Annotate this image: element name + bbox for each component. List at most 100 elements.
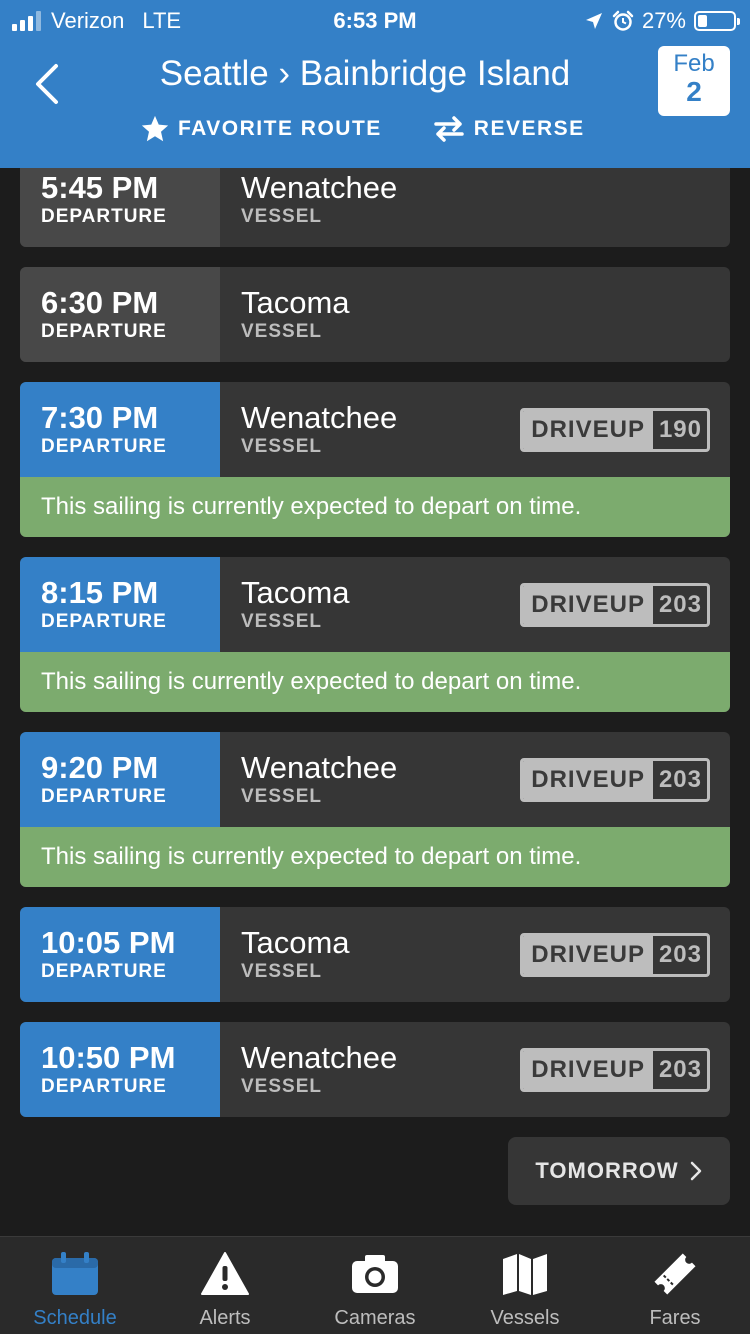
chevron-right-icon (690, 1161, 701, 1181)
sailing-card[interactable]: 9:20 PM DEPARTURE Wenatchee VESSEL DRIVE… (20, 732, 730, 887)
departure-time-block: 10:50 PM DEPARTURE (20, 1022, 220, 1117)
vessel-name: Wenatchee (241, 400, 398, 435)
sailing-status: This sailing is currently expected to de… (20, 477, 730, 537)
camera-icon (352, 1255, 398, 1293)
sailing-status: This sailing is currently expected to de… (20, 827, 730, 887)
map-icon (503, 1254, 547, 1295)
sailing-card[interactable]: 6:30 PM DEPARTURE Tacoma VESSEL (20, 267, 730, 362)
departure-time: 9:20 PM (41, 750, 159, 785)
tab-vessels[interactable]: Vessels (450, 1237, 600, 1334)
departure-label: DEPARTURE (41, 1076, 167, 1097)
vessel-block: Wenatchee VESSEL (220, 1022, 397, 1117)
departure-time-block: 7:30 PM DEPARTURE (20, 382, 220, 477)
vessel-label: VESSEL (241, 786, 322, 807)
driveup-count: 203 (658, 591, 702, 618)
driveup-count: 203 (658, 1056, 702, 1083)
driveup-count: 203 (658, 941, 702, 968)
favorite-route-label: FAVORITE ROUTE (178, 117, 382, 140)
tab-bar: Schedule Alerts Cameras Vessels Fares (0, 1236, 750, 1334)
tab-schedule[interactable]: Schedule (0, 1237, 150, 1334)
vessel-name: Wenatchee (241, 1040, 398, 1075)
departure-time: 6:30 PM (41, 285, 159, 320)
vessel-block: Tacoma VESSEL (220, 907, 350, 1002)
swap-arrows-icon (434, 116, 464, 142)
vessel-label: VESSEL (241, 321, 322, 342)
tab-label: Schedule (33, 1307, 117, 1329)
driveup-label: DRIVEUP (523, 411, 653, 449)
warning-icon (201, 1252, 249, 1295)
departure-label: DEPARTURE (41, 321, 167, 342)
sailing-card[interactable]: 7:30 PM DEPARTURE Wenatchee VESSEL DRIVE… (20, 382, 730, 537)
vessel-name: Wenatchee (241, 750, 398, 785)
departure-time-block: 9:20 PM DEPARTURE (20, 732, 220, 827)
departure-time-block: 6:30 PM DEPARTURE (20, 267, 220, 362)
route-header: Verizon LTE 6:53 PM 27% Seattle › Bainbr… (0, 0, 750, 168)
tomorrow-label: TOMORROW (535, 1158, 679, 1183)
vessel-name: Wenatchee (241, 170, 398, 205)
reverse-label: REVERSE (473, 117, 585, 140)
route-title: Seattle › Bainbridge Island (159, 54, 571, 93)
vessel-block: Tacoma VESSEL (220, 267, 350, 362)
driveup-count: 203 (658, 766, 702, 793)
favorite-route-button[interactable]: FAVORITE ROUTE (140, 114, 382, 144)
vessel-block: Tacoma VESSEL (220, 557, 350, 652)
departure-time: 5:45 PM (41, 170, 159, 205)
reverse-button[interactable]: REVERSE (432, 114, 585, 144)
date-picker-button[interactable]: Feb 2 (658, 46, 730, 116)
sailing-card[interactable]: 10:50 PM DEPARTURE Wenatchee VESSEL DRIV… (20, 1022, 730, 1117)
driveup-label: DRIVEUP (523, 761, 653, 799)
vessel-name: Tacoma (241, 925, 350, 960)
vessel-label: VESSEL (241, 436, 322, 457)
sailing-card[interactable]: 8:15 PM DEPARTURE Tacoma VESSEL DRIVEUP … (20, 557, 730, 712)
departure-time: 8:15 PM (41, 575, 159, 610)
star-icon (141, 115, 169, 142)
tab-label: Alerts (199, 1307, 251, 1329)
location-icon (585, 13, 602, 29)
alarm-icon (612, 10, 634, 31)
departure-label: DEPARTURE (41, 436, 167, 457)
departure-time: 10:05 PM (41, 925, 176, 960)
date-month: Feb (673, 50, 715, 77)
vessel-label: VESSEL (241, 206, 322, 227)
tab-label: Cameras (334, 1307, 416, 1329)
departure-label: DEPARTURE (41, 206, 167, 227)
sailing-status: This sailing is currently expected to de… (20, 652, 730, 712)
ticket-icon (654, 1253, 696, 1295)
tab-label: Fares (649, 1307, 701, 1329)
driveup-count: 190 (658, 416, 702, 443)
driveup-label: DRIVEUP (523, 936, 653, 974)
departure-time: 10:50 PM (41, 1040, 176, 1075)
sailing-card[interactable]: 10:05 PM DEPARTURE Tacoma VESSEL DRIVEUP… (20, 907, 730, 1002)
tomorrow-button[interactable]: TOMORROW (508, 1137, 730, 1205)
vessel-label: VESSEL (241, 961, 322, 982)
departure-label: DEPARTURE (41, 961, 167, 982)
departure-time: 7:30 PM (41, 400, 159, 435)
battery-percent: 27% (641, 8, 686, 33)
driveup-badge: DRIVEUP 203 (520, 758, 710, 802)
chevron-left-icon (36, 64, 58, 104)
battery-icon (694, 11, 740, 31)
date-day: 2 (686, 76, 702, 107)
tab-label: Vessels (490, 1307, 560, 1329)
vessel-block: Wenatchee VESSEL (220, 732, 397, 827)
back-button[interactable] (24, 58, 70, 110)
vessel-name: Tacoma (241, 285, 350, 320)
tab-cameras[interactable]: Cameras (300, 1237, 450, 1334)
departure-label: DEPARTURE (41, 611, 167, 632)
departure-time-block: 8:15 PM DEPARTURE (20, 557, 220, 652)
driveup-label: DRIVEUP (523, 1051, 653, 1089)
tab-alerts[interactable]: Alerts (150, 1237, 300, 1334)
driveup-label: DRIVEUP (523, 586, 653, 624)
driveup-badge: DRIVEUP 190 (520, 408, 710, 452)
driveup-badge: DRIVEUP 203 (520, 933, 710, 977)
status-bar: Verizon LTE 6:53 PM 27% (0, 0, 750, 40)
driveup-badge: DRIVEUP 203 (520, 583, 710, 627)
tab-fares[interactable]: Fares (600, 1237, 750, 1334)
departure-time-block: 10:05 PM DEPARTURE (20, 907, 220, 1002)
vessel-block: Wenatchee VESSEL (220, 382, 397, 477)
vessel-label: VESSEL (241, 611, 322, 632)
vessel-name: Tacoma (241, 575, 350, 610)
vessel-label: VESSEL (241, 1076, 322, 1097)
calendar-icon (52, 1252, 98, 1295)
driveup-badge: DRIVEUP 203 (520, 1048, 710, 1092)
